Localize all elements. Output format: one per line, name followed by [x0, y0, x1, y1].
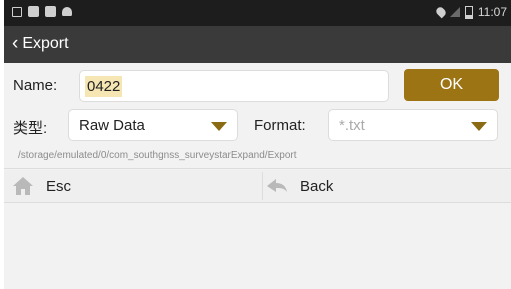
lock-icon [45, 6, 56, 17]
status-time: 11:07 [477, 5, 507, 19]
divider [262, 172, 263, 200]
action-bar: Esc Back [4, 170, 511, 202]
battery-icon [464, 5, 473, 19]
name-input[interactable]: 0422 [79, 70, 389, 102]
type-label: 类型: [13, 120, 48, 137]
name-value: 0422 [85, 76, 123, 97]
export-path: /storage/emulated/0/com_southgnss_survey… [18, 150, 297, 161]
status-icons-left [12, 6, 72, 17]
home-icon [13, 177, 33, 195]
esc-button[interactable]: Esc [12, 170, 257, 202]
app-frame: 11:07 ‹ Export Name: 0422 OK 类型: Raw Dat… [4, 0, 511, 289]
back-arrow-icon [267, 179, 287, 192]
divider [4, 202, 511, 203]
ok-button[interactable]: OK [404, 69, 499, 101]
dropdown-arrow-icon [471, 122, 487, 131]
page-title: Export [22, 34, 69, 52]
square-icon [28, 6, 39, 17]
no-signal-icon [449, 7, 460, 17]
back-button[interactable]: Back [266, 170, 506, 202]
divider [4, 168, 511, 169]
status-bar: 11:07 [4, 0, 511, 26]
format-label: Format: [254, 117, 306, 134]
title-bar: ‹ Export [4, 26, 511, 63]
dropdown-arrow-icon [211, 122, 227, 131]
format-placeholder: *.txt [339, 117, 365, 134]
format-select[interactable]: *.txt [328, 109, 498, 141]
header-back-button[interactable]: ‹ Export [12, 34, 69, 53]
type-select[interactable]: Raw Data [68, 109, 238, 141]
name-label: Name: [13, 77, 58, 94]
chevron-left-icon: ‹ [12, 33, 19, 54]
status-icons-right: 11:07 [434, 5, 507, 19]
esc-label: Esc [46, 177, 72, 195]
image-icon [12, 6, 22, 17]
back-label: Back [300, 177, 334, 195]
android-icon [62, 7, 72, 16]
type-value: Raw Data [79, 117, 145, 134]
location-icon [434, 5, 448, 19]
